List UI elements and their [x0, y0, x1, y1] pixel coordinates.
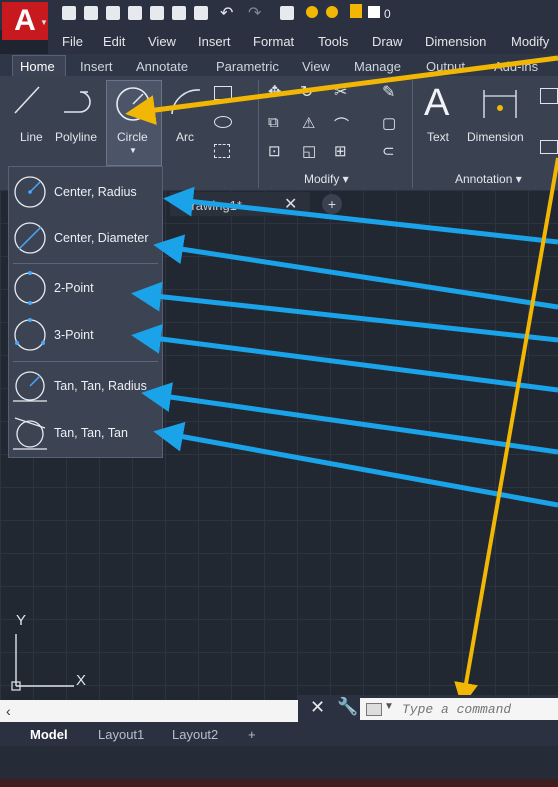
tab-model[interactable]: Model [30, 727, 68, 742]
chevron-down-icon[interactable]: ▼ [384, 701, 394, 712]
annotation-arrows-overlay [125, 55, 558, 707]
arrow-center-radius [163, 186, 558, 245]
wrench-icon[interactable]: 🔧 [337, 697, 358, 717]
tab-layout1[interactable]: Layout1 [98, 727, 144, 742]
arrow-3-point [131, 324, 558, 393]
arrow-circle-button [125, 55, 558, 125]
close-icon[interactable]: ✕ [310, 697, 325, 718]
horizontal-scrollbar[interactable] [0, 700, 300, 722]
arrow-center-diameter [153, 234, 558, 310]
new-layout-button[interactable]: + [248, 727, 256, 742]
arrow-2-point [131, 281, 558, 343]
taskbar-strip [0, 779, 558, 787]
scroll-left-icon[interactable]: ‹ [6, 703, 11, 719]
layout-tab-bar [0, 722, 558, 746]
tab-layout2[interactable]: Layout2 [172, 727, 218, 742]
command-history-icon[interactable] [366, 703, 382, 716]
